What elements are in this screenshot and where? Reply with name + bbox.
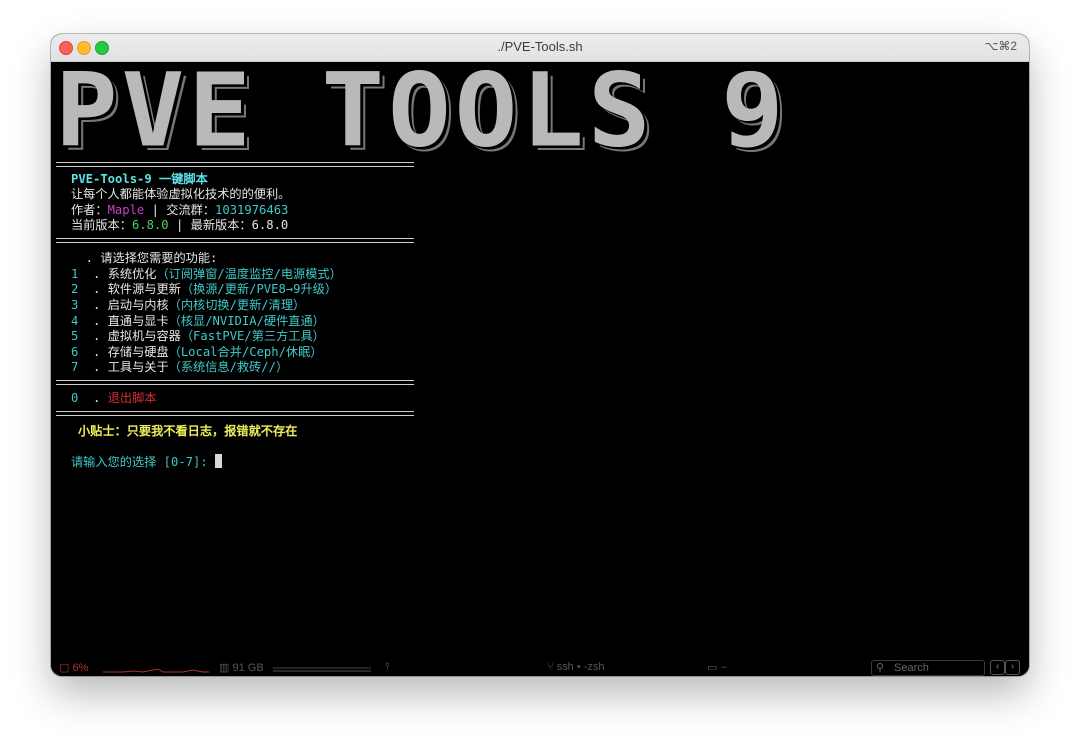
status-bar: ▢ 6% ▥ 91 GB ⫯ ⑂ ssh • -zsh ▭ ~ ⚲ Search… — [51, 660, 1029, 676]
memory-bar — [273, 667, 371, 672]
menu-item-label: 退出脚本 — [107, 391, 157, 405]
separator: | — [168, 218, 191, 232]
current-version-label: 当前版本： — [71, 218, 132, 232]
directory-text: ~ — [720, 662, 727, 674]
cpu-value: 6% — [72, 662, 89, 674]
cpu-sparkline — [103, 668, 209, 673]
latest-version: 6.8.0 — [251, 218, 289, 232]
window-shortcut: ⌥⌘2 — [984, 39, 1017, 53]
ascii-banner: PVE TOOLS 9 — [55, 50, 788, 170]
divider — [56, 411, 414, 416]
menu-item-label: 系统优化 — [107, 267, 157, 281]
chevron-right-icon: › — [1010, 661, 1015, 672]
menu-item-desc: （内核切换/更新/清理） — [168, 298, 306, 312]
tip-line: 小贴士：只要我不看日志，报错就不存在 — [78, 424, 297, 439]
menu-item-4: 4 . 直通与显卡（核显/NVIDIA/硬件直通） — [71, 314, 325, 328]
separator: | — [144, 203, 167, 217]
banner-text: PVE TOOLS 9 — [55, 50, 788, 170]
menu-prompt-text: . 请选择您需要的功能: — [71, 251, 218, 265]
menu-item-desc: （换源/更新/PVE8→9升级） — [180, 282, 338, 296]
search-placeholder: Search — [894, 662, 929, 674]
divider — [56, 162, 414, 167]
input-prompt: 请输入您的选择 [0-7]: — [71, 455, 216, 469]
chevron-left-icon: ‹ — [995, 661, 1000, 672]
latest-version-label: 最新版本： — [190, 218, 252, 232]
directory-status[interactable]: ▭ ~ — [707, 661, 727, 674]
menu-item-exit: 0 . 退出脚本 — [71, 391, 157, 405]
terminal-window: ./PVE-Tools.sh ⌥⌘2 PVE TOOLS 9 PVE-Tools… — [51, 34, 1029, 676]
tip-text: 小贴士：只要我不看日志，报错就不存在 — [78, 424, 298, 438]
search-field[interactable]: ⚲ Search — [871, 660, 985, 676]
search-icon: ⚲ — [876, 662, 885, 674]
menu-item-label: 存储与硬盘 — [107, 345, 169, 359]
cpu-status[interactable]: ▢ 6% — [59, 661, 88, 674]
menu-item-5: 5 . 虚拟机与容器（FastPVE/第三方工具） — [71, 329, 325, 343]
text-cursor — [215, 454, 223, 468]
menu-item-desc: （订阅弹窗/温度监控/电源模式） — [156, 267, 342, 281]
menu-item-label: 直通与显卡 — [107, 314, 169, 328]
memory-icon: ▥ — [219, 662, 230, 674]
script-name: PVE-Tools-9 一键脚本 — [71, 172, 208, 187]
version-line: 当前版本：6.8.0 | 最新版本：6.8.0 — [71, 218, 288, 233]
tagline: 让每个人都能体验虚拟化技术的的便利。 — [71, 187, 290, 202]
folder-icon: ▭ — [707, 662, 718, 674]
search-next-button[interactable]: › — [1005, 660, 1020, 675]
session-status[interactable]: ⑂ ssh • -zsh — [547, 661, 605, 673]
menu-item-1: 1 . 系统优化（订阅弹窗/温度监控/电源模式） — [71, 267, 342, 281]
menu-prompt: . 请选择您需要的功能: — [71, 251, 218, 266]
terminal-output[interactable]: PVE TOOLS 9 PVE-Tools-9 一键脚本 让每个人都能体验虚拟化… — [51, 50, 1029, 660]
author-name: Maple — [107, 203, 145, 217]
search-previous-button[interactable]: ‹ — [990, 660, 1005, 675]
menu-item-desc: （系统信息/救砖//） — [168, 360, 289, 374]
cpu-icon: ▢ — [59, 662, 70, 674]
author-line: 作者：Maple | 交流群：1031976463 — [71, 203, 288, 218]
memory-value: 91 GB — [232, 662, 264, 674]
menu-item-3: 3 . 启动与内核（内核切换/更新/清理） — [71, 298, 306, 312]
input-line[interactable]: 请输入您的选择 [0-7]: — [71, 454, 223, 470]
menu-item-label: 工具与关于 — [107, 360, 169, 374]
menu-item-desc: （FastPVE/第三方工具） — [180, 329, 325, 343]
menu-item-2: 2 . 软件源与更新（换源/更新/PVE8→9升级） — [71, 282, 338, 296]
menu-item-desc: （Local合并/Ceph/休眠） — [168, 345, 323, 359]
network-icon[interactable]: ⫯ — [385, 661, 390, 674]
script-name-text: PVE-Tools-9 一键脚本 — [71, 172, 208, 186]
group-number: 1031976463 — [215, 203, 289, 217]
divider — [56, 238, 414, 243]
menu-item-7: 7 . 工具与关于（系统信息/救砖//） — [71, 360, 289, 374]
author-label: 作者： — [71, 203, 108, 217]
branch-icon: ⑂ — [547, 661, 554, 673]
menu-item-6: 6 . 存储与硬盘（Local合并/Ceph/休眠） — [71, 345, 323, 359]
group-label: 交流群： — [166, 203, 216, 217]
menu-item-label: 启动与内核 — [107, 298, 169, 312]
divider — [56, 380, 414, 385]
menu-item-label: 软件源与更新 — [107, 282, 181, 296]
current-version: 6.8.0 — [131, 218, 169, 232]
menu-item-label: 虚拟机与容器 — [107, 329, 181, 343]
session-text: ssh • -zsh — [556, 661, 605, 673]
memory-status[interactable]: ▥ 91 GB — [219, 661, 264, 674]
tagline-text: 让每个人都能体验虚拟化技术的的便利。 — [71, 187, 291, 201]
menu-item-desc: （核显/NVIDIA/硬件直通） — [168, 314, 325, 328]
